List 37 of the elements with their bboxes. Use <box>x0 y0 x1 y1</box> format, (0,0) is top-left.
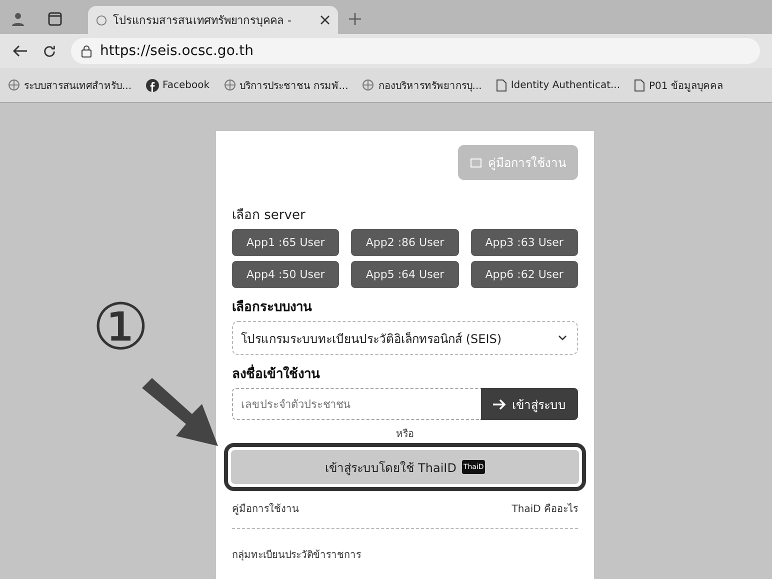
id-input-field[interactable]: เลขประจำตัวประชาชน <box>232 388 481 420</box>
thaid-info-link[interactable]: ThaiD คืออะไร <box>512 501 578 516</box>
server-button[interactable]: App1 :65 User <box>232 229 340 256</box>
step-number: ① <box>92 296 150 360</box>
bookmark-link[interactable]: ระบบสารสนเทศสำหรับ... <box>24 78 132 92</box>
arrow-right-icon <box>493 398 506 410</box>
close-icon[interactable] <box>320 15 330 25</box>
url-text: https://seis.ocsc.go.th <box>100 43 254 59</box>
system-label: เลือกระบบงาน <box>232 298 313 317</box>
bookmark-link[interactable]: P01 ข้อมูลบุคคล <box>649 78 723 92</box>
facebook-icon <box>146 78 159 92</box>
page-icon <box>496 78 507 92</box>
footer-title: กลุ่มทะเบียนประวัติข้าราชการ <box>232 548 362 562</box>
bookmark-link[interactable]: Identity Authenticat... <box>510 80 620 90</box>
server-label: เลือก server <box>232 207 306 225</box>
login-button[interactable]: เข้าสู่ระบบ <box>481 388 578 420</box>
server-button[interactable]: App4 :50 User <box>232 261 340 288</box>
back-icon[interactable] <box>12 44 28 58</box>
bookmark-link[interactable]: บริการประชาชน กรมพั... <box>240 78 348 92</box>
server-button[interactable]: App5 :64 User <box>351 261 459 288</box>
address-bar[interactable]: https://seis.ocsc.go.th <box>71 38 760 64</box>
bookmark-link[interactable]: กองบริหารทรัพยากรบุ... <box>378 78 482 92</box>
manual-link[interactable]: คู่มือการใช้งาน <box>232 501 299 516</box>
server-button[interactable]: App3 :63 User <box>470 229 578 256</box>
reload-icon[interactable] <box>42 44 57 58</box>
chevron-down-icon <box>558 335 567 341</box>
tab-actions-icon[interactable] <box>48 12 62 26</box>
system-select[interactable]: โปรแกรมระบบทะเบียนประวัติอิเล็กทรอนิกส์ (SEIS) <box>232 321 578 355</box>
or-text: หรือ <box>395 428 415 441</box>
new-tab-icon[interactable] <box>348 12 362 26</box>
lock-icon <box>81 44 92 58</box>
server-button[interactable]: App6 :62 User <box>470 261 578 288</box>
browser-tab[interactable]: โปรแกรมสารสนเทศทรัพยากรบุคคล - <box>88 6 338 34</box>
server-button[interactable]: App2 :86 User <box>351 229 459 256</box>
login-label: ลงชื่อเข้าใช้งาน <box>232 363 578 384</box>
page-icon <box>634 78 646 92</box>
bookmark-link[interactable]: Facebook <box>162 80 210 90</box>
